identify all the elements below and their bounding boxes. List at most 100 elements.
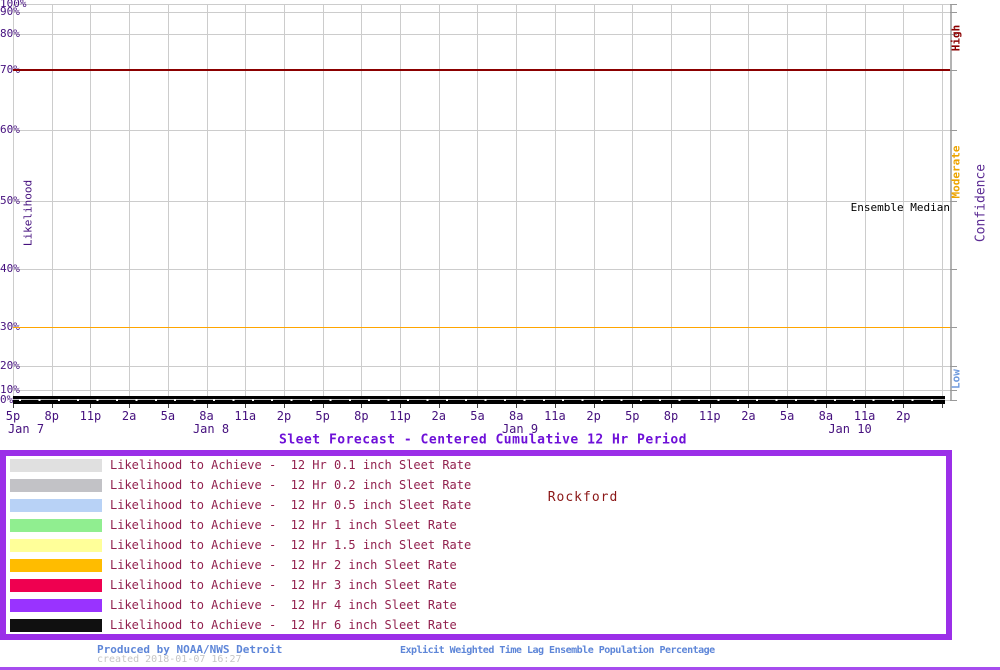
x-tick-label: 5a — [470, 409, 485, 423]
x-tick-label: 2p — [586, 409, 601, 423]
legend-label: Likelihood to Achieve - 12 Hr 1.5 inch S… — [110, 538, 472, 552]
x-tick-label: 8a — [199, 409, 214, 423]
right-axis-tick — [950, 201, 957, 202]
x-axis-tick — [516, 404, 518, 408]
right-axis-tick — [950, 366, 957, 367]
x-date-label: Jan 10 — [828, 422, 872, 436]
y-tick-label: 40% — [0, 262, 20, 275]
x-axis-tick — [90, 404, 92, 408]
legend-swatch — [10, 619, 102, 632]
vertical-gridline — [400, 4, 402, 400]
x-tick-label: 11a — [853, 409, 876, 423]
x-tick-label: 11p — [79, 409, 102, 423]
x-axis-tick — [748, 404, 750, 408]
right-axis-title: Confidence — [973, 163, 989, 243]
vertical-gridline — [51, 4, 53, 400]
horizontal-gridline — [13, 130, 950, 131]
horizontal-gridline — [13, 366, 950, 367]
y-tick-label: 0% — [0, 393, 14, 406]
vertical-gridline — [206, 4, 208, 400]
x-tick-label: 2a — [431, 409, 447, 423]
legend-label: Likelihood to Achieve - 12 Hr 0.1 inch S… — [110, 458, 472, 472]
right-axis-tick — [950, 269, 957, 270]
footer-created-timestamp: created 2018-01-07 16:27 — [97, 654, 242, 665]
x-tick-label: 8p — [663, 409, 679, 423]
vertical-gridline — [129, 4, 131, 400]
legend-swatch — [10, 479, 102, 492]
legend-swatch — [10, 539, 102, 552]
x-tick-label: 2a — [741, 409, 756, 423]
vertical-gridline — [671, 4, 673, 400]
vertical-gridline — [593, 4, 595, 400]
right-axis-tick — [950, 390, 957, 391]
x-tick-label: 5p — [625, 409, 640, 423]
x-tick-label: 2p — [896, 409, 911, 423]
right-axis-tick — [950, 4, 957, 5]
x-axis-tick — [129, 404, 131, 408]
x-tick-label: 8p — [354, 409, 369, 423]
median-point-dots — [19, 398, 945, 401]
x-tick-label: 11p — [698, 409, 721, 423]
footer-caption: Explicit Weighted Time Lag Ensemble Popu… — [400, 645, 715, 656]
vertical-gridline — [438, 4, 440, 400]
vertical-gridline — [632, 4, 634, 400]
x-axis-tick — [864, 404, 866, 408]
x-date-label: Jan 7 — [7, 422, 45, 436]
horizontal-gridline — [13, 4, 950, 5]
plot-area: 100% 90% 80% 70% 60% 50% 40% 30% 20% 10% 0% 5p 8p 11p… — [0, 0, 1000, 450]
x-axis-tick — [903, 404, 905, 408]
x-axis-tick — [283, 404, 285, 408]
legend-label: Likelihood to Achieve - 12 Hr 6 inch Sle… — [110, 618, 457, 632]
x-date-label: Jan 8 — [192, 422, 230, 436]
legend-swatch — [10, 459, 102, 472]
ensemble-median-line — [13, 396, 945, 404]
horizontal-gridline — [13, 12, 950, 13]
confidence-threshold-line — [13, 326, 950, 328]
vertical-gridline — [361, 4, 363, 400]
vertical-gridline — [825, 4, 827, 400]
x-axis-tick — [825, 404, 827, 408]
x-axis-tick — [361, 404, 363, 408]
x-axis-tick — [593, 404, 595, 408]
horizontal-gridline — [13, 269, 950, 270]
y-tick-label: 80% — [0, 27, 20, 40]
x-axis-tick — [51, 404, 53, 408]
x-axis-tick — [632, 404, 634, 408]
legend-label: Likelihood to Achieve - 12 Hr 2 inch Sle… — [110, 558, 457, 572]
vertical-gridline — [554, 4, 556, 400]
legend-swatch — [10, 579, 102, 592]
horizontal-gridline — [13, 34, 950, 35]
chart-title: Sleet Forecast - Centered Cumulative 12 … — [278, 432, 688, 448]
x-tick-label: 8a — [818, 409, 834, 423]
legend-label: Likelihood to Achieve - 12 Hr 0.5 inch S… — [110, 498, 472, 512]
vertical-gridline — [245, 4, 247, 400]
horizontal-gridline — [13, 201, 950, 202]
x-tick-label: 11a — [234, 409, 257, 423]
x-axis-tick — [709, 404, 711, 408]
right-axis-tick — [950, 400, 957, 401]
vertical-gridline — [90, 4, 92, 400]
legend-label: Likelihood to Achieve - 12 Hr 1 inch Sle… — [110, 518, 457, 532]
legend-swatch — [10, 559, 102, 572]
x-axis-tick — [322, 404, 324, 408]
x-axis-tick — [400, 404, 402, 408]
horizontal-gridline — [13, 390, 950, 391]
vertical-gridline — [787, 4, 789, 400]
x-axis-tick — [787, 404, 789, 408]
right-axis-tick — [950, 130, 957, 131]
vertical-gridline — [167, 4, 169, 400]
x-tick-label: 8a — [508, 409, 524, 423]
confidence-level-low-label: Low — [949, 369, 963, 389]
x-axis-tick — [438, 404, 440, 408]
ensemble-median-annotation: Ensemble Median — [850, 201, 950, 214]
forecast-chart-page: 100% 90% 80% 70% 60% 50% 40% 30% 20% 10% 0% 5p 8p 11p… — [0, 0, 1000, 670]
legend-swatch — [10, 499, 102, 512]
y-axis-title: Likelihood — [21, 179, 35, 247]
x-axis-tick — [167, 404, 169, 408]
legend-label: Likelihood to Achieve - 12 Hr 3 inch Sle… — [110, 578, 457, 592]
confidence-level-high-label: High — [949, 24, 963, 52]
location-label: Rockford — [547, 490, 619, 505]
x-axis-tick — [554, 404, 556, 408]
x-tick-label: 5a — [160, 409, 176, 423]
vertical-gridline — [516, 4, 518, 400]
